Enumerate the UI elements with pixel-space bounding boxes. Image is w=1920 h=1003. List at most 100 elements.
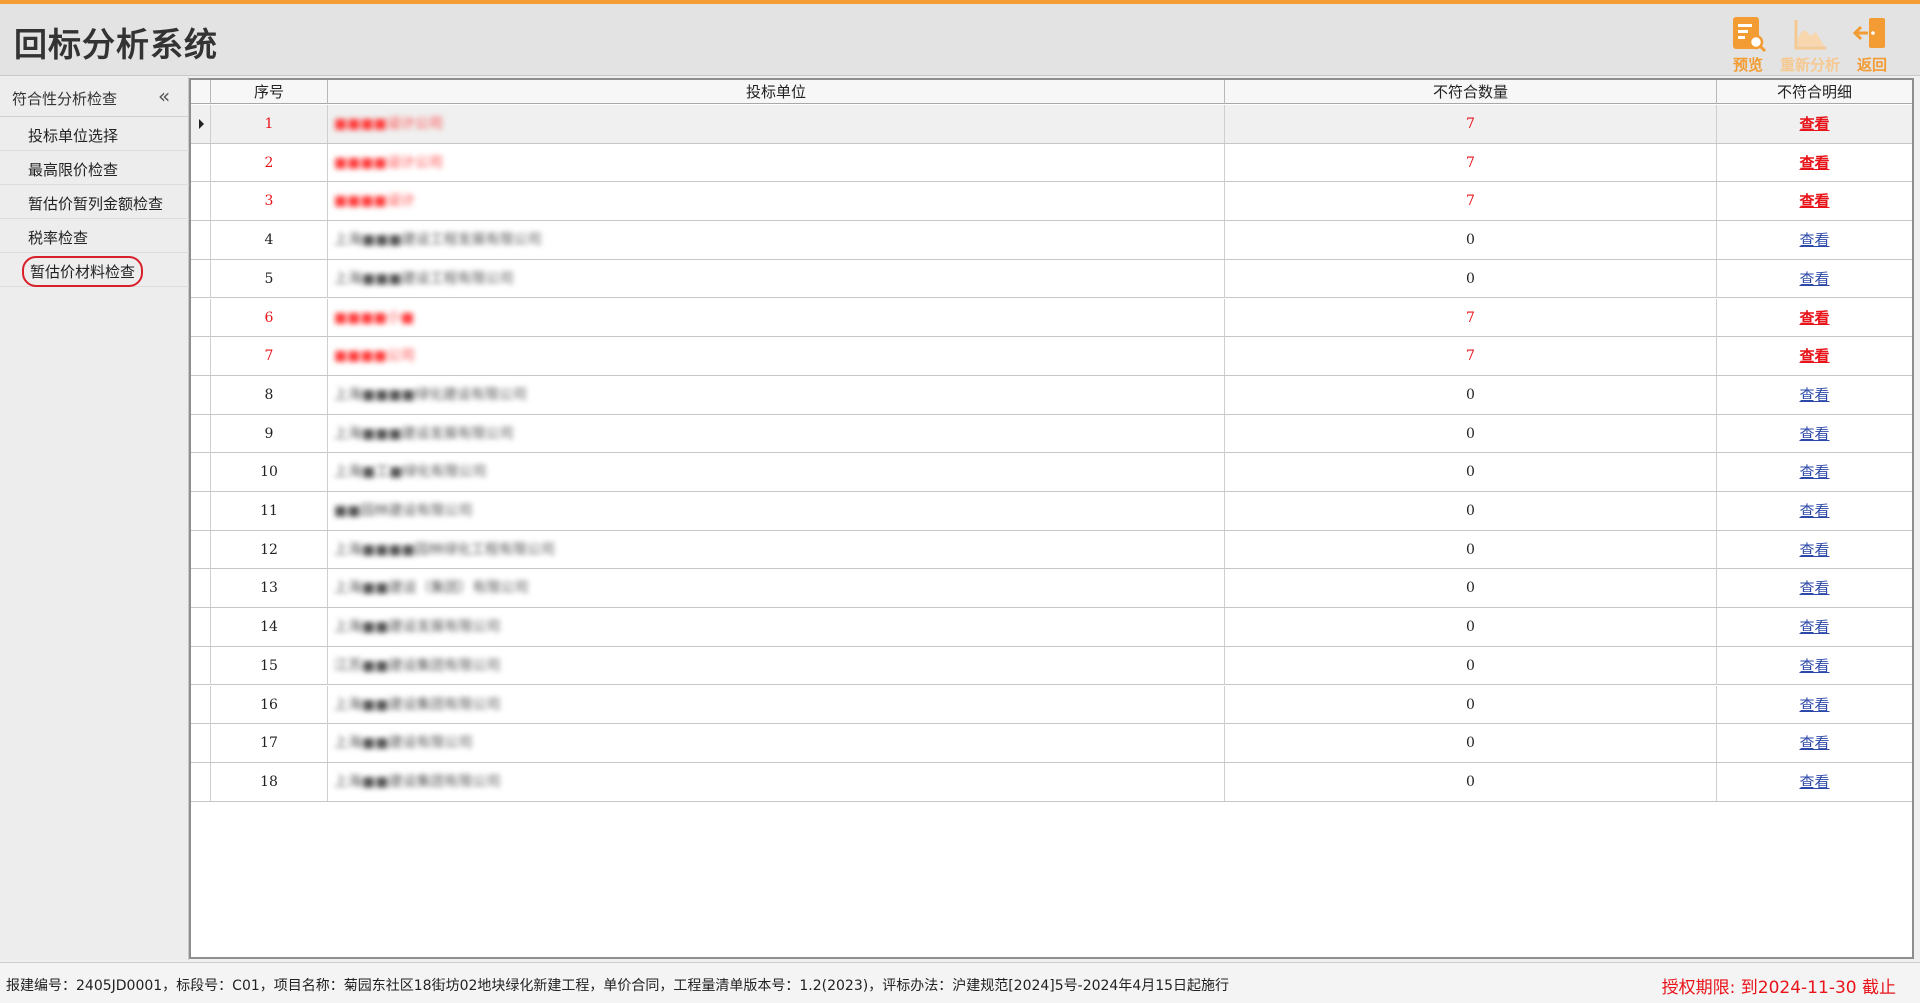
cell-no: 14 bbox=[211, 608, 328, 647]
view-detail-link[interactable]: 查看 bbox=[1799, 192, 1829, 210]
cell-mismatch-count: 0 bbox=[1225, 724, 1717, 763]
bidder-name-redacted: 上海■■建设集团有限公司 bbox=[334, 696, 501, 713]
column-header-mismatch-detail[interactable]: 不符合明细 bbox=[1717, 80, 1912, 104]
view-detail-link[interactable]: 查看 bbox=[1799, 154, 1829, 172]
cell-mismatch-count: 0 bbox=[1225, 221, 1717, 260]
cell-mismatch-detail: 查看 bbox=[1717, 724, 1912, 762]
table-row[interactable]: 5 上海■■■建设工程有限公司 0 查看 bbox=[191, 259, 1912, 299]
view-detail-link[interactable]: 查看 bbox=[1799, 541, 1829, 559]
cell-bidder: 上海■■建设有限公司 bbox=[328, 724, 1225, 763]
row-indicator[interactable] bbox=[191, 298, 211, 337]
row-indicator[interactable] bbox=[191, 646, 211, 685]
cell-bidder: ■■■■设计公司 bbox=[328, 143, 1225, 182]
table-row[interactable]: 17 上海■■建设有限公司 0 查看 bbox=[191, 724, 1912, 763]
preview-button[interactable]: 预览 bbox=[1718, 14, 1778, 78]
view-detail-link[interactable]: 查看 bbox=[1799, 231, 1829, 249]
table-row[interactable]: 11 ■■园林建设有限公司 0 查看 bbox=[191, 492, 1912, 531]
row-indicator[interactable] bbox=[191, 182, 211, 221]
row-indicator[interactable] bbox=[191, 143, 211, 182]
table-row[interactable]: 7 ■■■■公司 7 查看 bbox=[191, 337, 1912, 376]
sidebar-item-tax-rate-check[interactable]: 税率检查 bbox=[0, 219, 189, 253]
column-header-no[interactable]: 序号 bbox=[211, 80, 328, 104]
mismatch-count: 0 bbox=[1466, 464, 1475, 481]
cell-mismatch-count: 0 bbox=[1225, 762, 1717, 801]
table-row[interactable]: 12 上海■■■■园林绿化工程有限公司 0 查看 bbox=[191, 530, 1912, 570]
view-detail-link[interactable]: 查看 bbox=[1799, 347, 1829, 365]
sidebar-item-bidder-selection[interactable]: 投标单位选择 bbox=[0, 117, 189, 151]
view-detail-link[interactable]: 查看 bbox=[1799, 696, 1829, 714]
cell-bidder: 上海■■■■园林绿化工程有限公司 bbox=[328, 530, 1225, 569]
view-detail-link[interactable]: 查看 bbox=[1799, 115, 1829, 133]
cell-mismatch-detail: 查看 bbox=[1717, 221, 1912, 259]
sidebar-item-label: 最高限价检查 bbox=[28, 161, 119, 179]
sidebar-item-provisional-material-check[interactable]: 暂估价材料检查 bbox=[0, 253, 189, 287]
row-number: 10 bbox=[260, 464, 278, 481]
bidder-name-redacted: 上海■■建设集团有限公司 bbox=[334, 773, 501, 790]
row-indicator[interactable] bbox=[191, 685, 211, 724]
sidebar-header: 符合性分析检查 « bbox=[0, 77, 189, 117]
table-row[interactable]: 2 ■■■■设计公司 7 查看 bbox=[191, 143, 1912, 183]
cell-bidder: 上海■■■建设发展有限公司 bbox=[328, 414, 1225, 453]
row-indicator[interactable] bbox=[191, 221, 211, 260]
cell-mismatch-detail: 查看 bbox=[1717, 492, 1912, 530]
view-detail-link[interactable]: 查看 bbox=[1799, 270, 1829, 288]
row-indicator[interactable] bbox=[191, 608, 211, 647]
cell-no: 15 bbox=[211, 646, 328, 685]
view-detail-link[interactable]: 查看 bbox=[1799, 618, 1829, 636]
double-chevron-left-icon[interactable]: « bbox=[158, 84, 170, 108]
row-indicator[interactable] bbox=[191, 414, 211, 453]
view-detail-link[interactable]: 查看 bbox=[1799, 502, 1829, 520]
table-row[interactable]: 10 上海■工■绿化有限公司 0 查看 bbox=[191, 453, 1912, 492]
table-row[interactable]: 4 上海■■■建设工程发展有限公司 0 查看 bbox=[191, 221, 1912, 260]
column-header-bidder[interactable]: 投标单位 bbox=[328, 80, 1225, 104]
reanalyze-button[interactable]: 重新分析 bbox=[1780, 14, 1840, 78]
view-detail-link[interactable]: 查看 bbox=[1799, 425, 1829, 443]
row-indicator[interactable] bbox=[191, 259, 211, 298]
table-row[interactable]: 15 江苏■■建设集团有限公司 0 查看 bbox=[191, 646, 1912, 686]
row-indicator[interactable] bbox=[191, 105, 211, 143]
cell-mismatch-detail: 查看 bbox=[1717, 531, 1912, 569]
row-indicator[interactable] bbox=[191, 569, 211, 608]
view-detail-link[interactable]: 查看 bbox=[1799, 386, 1829, 404]
view-detail-link[interactable]: 查看 bbox=[1799, 773, 1829, 791]
back-button[interactable]: 返回 bbox=[1842, 14, 1902, 78]
table-row[interactable]: 8 上海■■■■绿化建设有限公司 0 查看 bbox=[191, 375, 1912, 415]
view-detail-link[interactable]: 查看 bbox=[1799, 734, 1829, 752]
cell-bidder: ■■■■设计 bbox=[328, 182, 1225, 221]
sidebar-item-provisional-sum-check[interactable]: 暂估价暂列金额检查 bbox=[0, 185, 189, 219]
row-indicator[interactable] bbox=[191, 375, 211, 414]
table-row[interactable]: 16 上海■■建设集团有限公司 0 查看 bbox=[191, 685, 1912, 725]
row-indicator[interactable] bbox=[191, 492, 211, 530]
table-row[interactable]: 18 上海■■建设集团有限公司 0 查看 bbox=[191, 762, 1912, 802]
row-indicator[interactable] bbox=[191, 724, 211, 763]
reanalyze-chart-icon bbox=[1794, 20, 1826, 50]
view-detail-link[interactable]: 查看 bbox=[1799, 657, 1829, 675]
cell-mismatch-detail: 查看 bbox=[1717, 144, 1912, 182]
row-indicator[interactable] bbox=[191, 762, 211, 801]
cell-bidder: 江苏■■建设集团有限公司 bbox=[328, 646, 1225, 685]
table-row[interactable]: 9 上海■■■建设发展有限公司 0 查看 bbox=[191, 414, 1912, 454]
row-number: 11 bbox=[260, 503, 278, 519]
cell-mismatch-detail: 查看 bbox=[1717, 105, 1912, 143]
view-detail-link[interactable]: 查看 bbox=[1799, 463, 1829, 481]
table-row[interactable]: 1 ■■■■设计公司 7 查看 bbox=[191, 105, 1912, 144]
table-row[interactable]: 13 上海■■建设（集团）有限公司 0 查看 bbox=[191, 569, 1912, 609]
row-indicator[interactable] bbox=[191, 453, 211, 492]
table-row[interactable]: 14 上海■■建设发展有限公司 0 查看 bbox=[191, 608, 1912, 647]
table-row[interactable]: 3 ■■■■设计 7 查看 bbox=[191, 182, 1912, 222]
bidder-name-redacted: 上海■■■建设工程有限公司 bbox=[334, 270, 514, 287]
cell-mismatch-detail: 查看 bbox=[1717, 182, 1912, 220]
row-indicator[interactable] bbox=[191, 337, 211, 376]
mismatch-count: 7 bbox=[1466, 193, 1475, 210]
sidebar-item-label: 暂估价材料检查 bbox=[22, 256, 144, 287]
sidebar-item-max-price-check[interactable]: 最高限价检查 bbox=[0, 151, 189, 185]
bidder-name-redacted: ■■■■公司 bbox=[334, 348, 415, 365]
cell-bidder: 上海■■建设集团有限公司 bbox=[328, 762, 1225, 801]
cell-no: 4 bbox=[211, 221, 328, 260]
column-header-mismatch-count[interactable]: 不符合数量 bbox=[1225, 80, 1717, 104]
cell-no: 16 bbox=[211, 685, 328, 724]
view-detail-link[interactable]: 查看 bbox=[1799, 309, 1829, 327]
view-detail-link[interactable]: 查看 bbox=[1799, 579, 1829, 597]
table-row[interactable]: 6 ■■■■小■ 7 查看 bbox=[191, 298, 1912, 338]
row-indicator[interactable] bbox=[191, 530, 211, 569]
